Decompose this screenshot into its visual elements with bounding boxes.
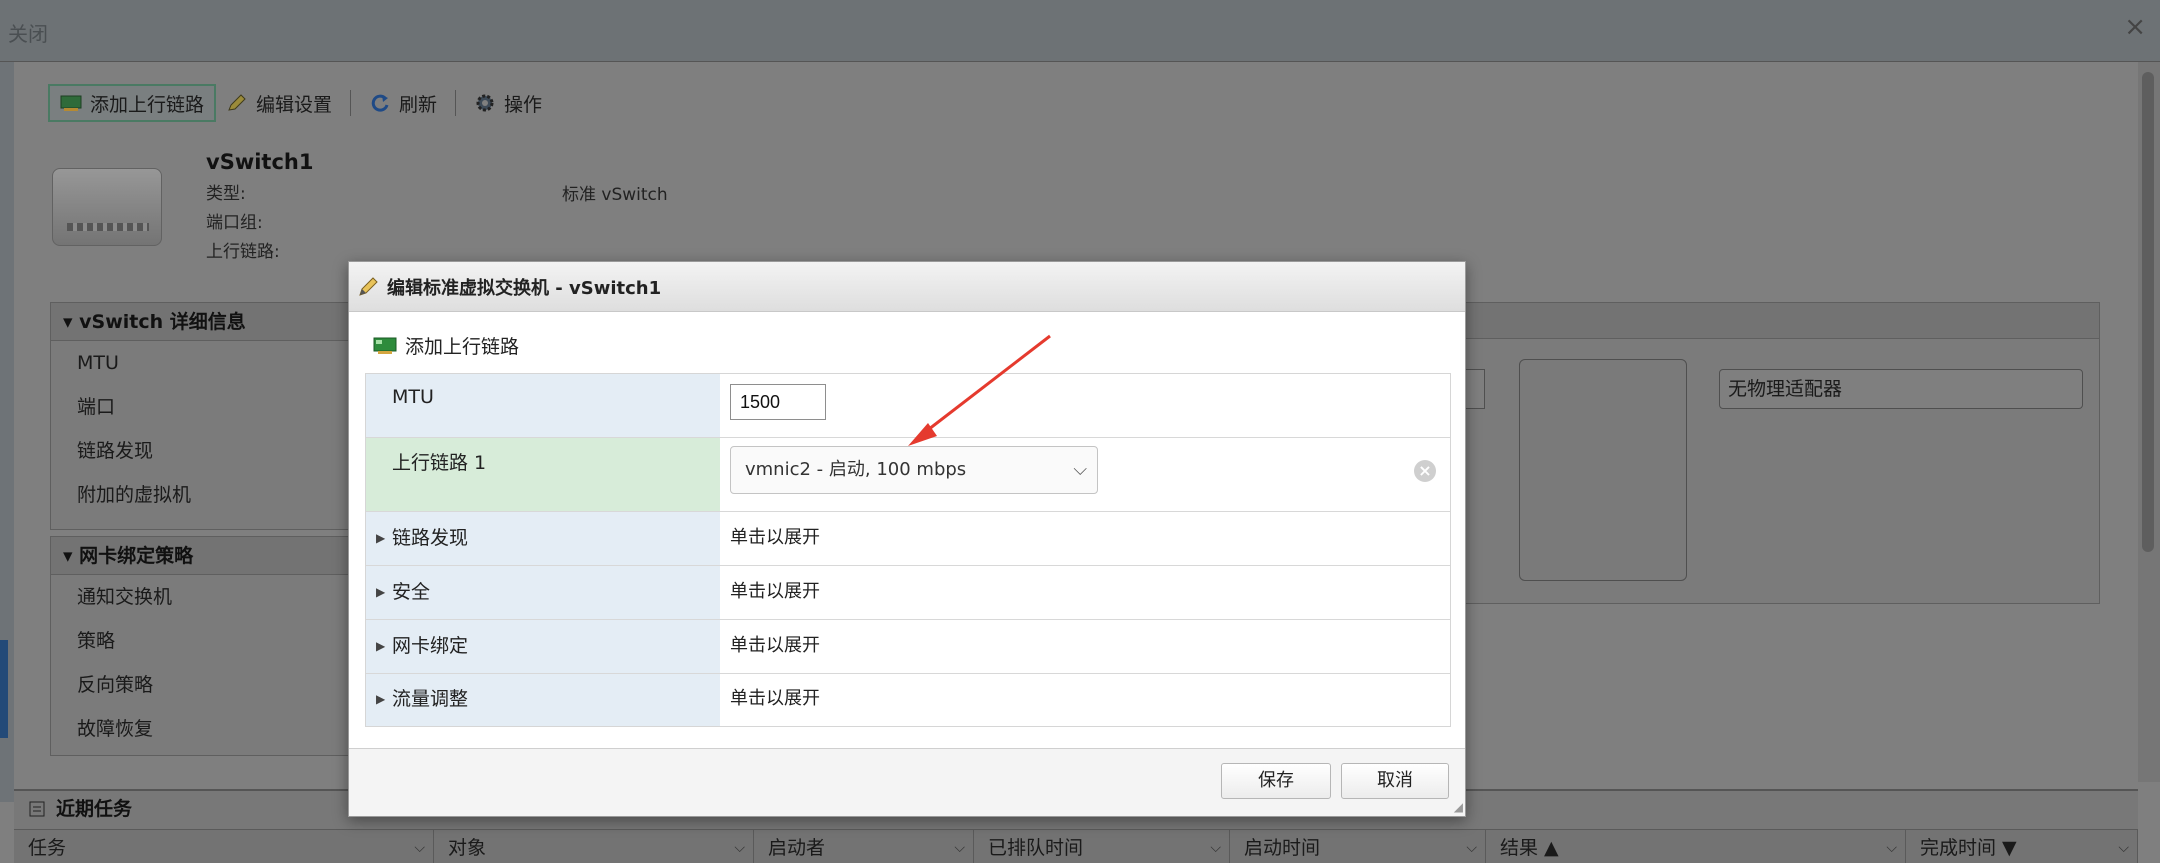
annotation-arrow <box>908 334 1051 446</box>
